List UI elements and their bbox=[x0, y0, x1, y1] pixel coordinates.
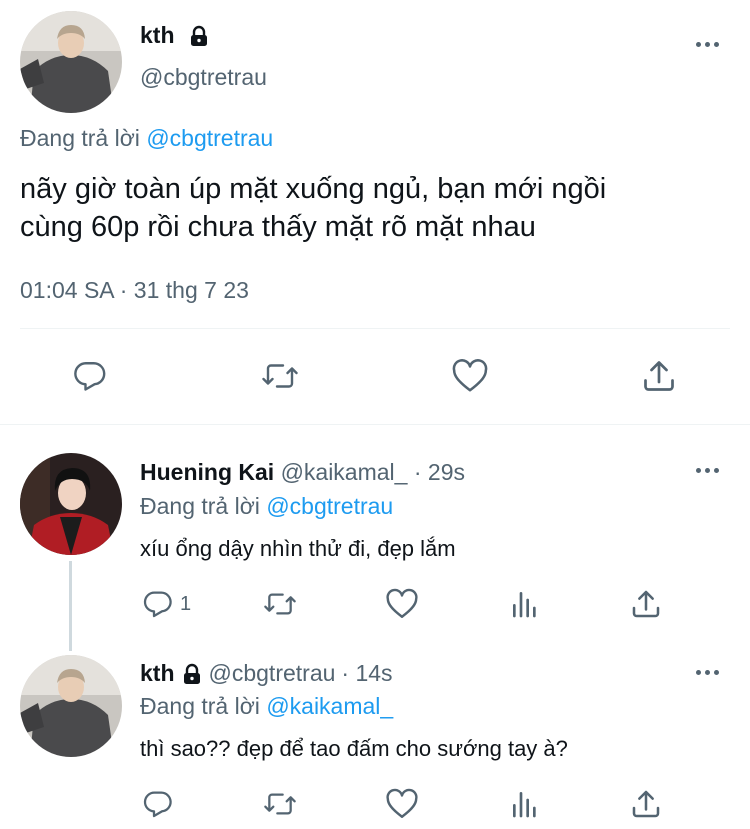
share-icon[interactable] bbox=[641, 357, 677, 395]
thread-line bbox=[69, 561, 72, 651]
replying-to-handle[interactable]: @cbgtretrau bbox=[146, 125, 273, 151]
share-icon[interactable] bbox=[630, 787, 662, 821]
divider bbox=[20, 328, 730, 329]
more-options-icon[interactable] bbox=[696, 468, 719, 473]
reply-icon[interactable] bbox=[142, 588, 174, 620]
replying-to-label: Đang trả lời bbox=[140, 493, 260, 519]
author-handle[interactable]: @cbgtretrau bbox=[209, 660, 336, 687]
like-icon[interactable] bbox=[451, 358, 489, 394]
author-name[interactable]: Huening Kai bbox=[140, 459, 274, 485]
lock-icon bbox=[181, 663, 203, 685]
replying-to: Đang trả lời @cbgtretrau bbox=[20, 125, 273, 152]
tweet-text: thì sao?? đẹp để tao đấm cho sướng tay à… bbox=[140, 736, 568, 761]
reply-icon[interactable] bbox=[72, 358, 108, 394]
retweet-icon[interactable] bbox=[260, 358, 300, 394]
share-icon[interactable] bbox=[630, 587, 662, 621]
more-options-icon[interactable] bbox=[696, 42, 719, 47]
tweet-time[interactable]: · 14s bbox=[341, 660, 392, 687]
tweet-time[interactable]: · 29s bbox=[414, 459, 465, 485]
tweet-timestamp[interactable]: 01:04 SA · 31 thg 7 23 bbox=[20, 277, 249, 304]
avatar[interactable] bbox=[20, 655, 122, 757]
reply-count: 1 bbox=[180, 593, 192, 615]
reply-icon[interactable] bbox=[142, 788, 174, 820]
tweet-text: xíu ổng dậy nhìn thử đi, đẹp lắm bbox=[140, 536, 456, 561]
replying-to-label: Đang trả lời bbox=[20, 125, 140, 151]
views-icon[interactable] bbox=[510, 788, 540, 820]
replying-to-handle[interactable]: @kaikamal_ bbox=[266, 693, 393, 719]
like-icon[interactable] bbox=[385, 588, 419, 620]
reply-header: kth @cbgtretrau · 14s bbox=[140, 660, 393, 687]
retweet-icon[interactable] bbox=[262, 588, 298, 620]
tweet-text: nãy giờ toàn úp mặt xuống ngủ, bạn mới n… bbox=[20, 170, 606, 246]
author-handle[interactable]: @cbgtretrau bbox=[140, 64, 267, 91]
author-name[interactable]: kth bbox=[140, 22, 175, 49]
replying-to-label: Đang trả lời bbox=[140, 693, 260, 719]
retweet-icon[interactable] bbox=[262, 788, 298, 820]
tweet-text-line: nãy giờ toàn úp mặt xuống ngủ, bạn mới n… bbox=[20, 173, 607, 205]
replying-to: Đang trả lời @kaikamal_ bbox=[140, 693, 393, 720]
reply-header: Huening Kai @kaikamal_ · 29s bbox=[140, 459, 465, 486]
tweet-text-line: cùng 60p rồi chưa thấy mặt rõ mặt nhau bbox=[20, 211, 536, 243]
avatar[interactable] bbox=[20, 453, 122, 555]
more-options-icon[interactable] bbox=[696, 670, 719, 675]
section-divider bbox=[0, 424, 750, 425]
lock-icon bbox=[188, 25, 210, 47]
replying-to: Đang trả lời @cbgtretrau bbox=[140, 493, 393, 520]
views-icon[interactable] bbox=[510, 588, 540, 620]
author-handle[interactable]: @kaikamal_ bbox=[281, 459, 408, 485]
like-icon[interactable] bbox=[385, 788, 419, 820]
author-name[interactable]: kth bbox=[140, 660, 175, 687]
avatar[interactable] bbox=[20, 11, 122, 113]
replying-to-handle[interactable]: @cbgtretrau bbox=[266, 493, 393, 519]
